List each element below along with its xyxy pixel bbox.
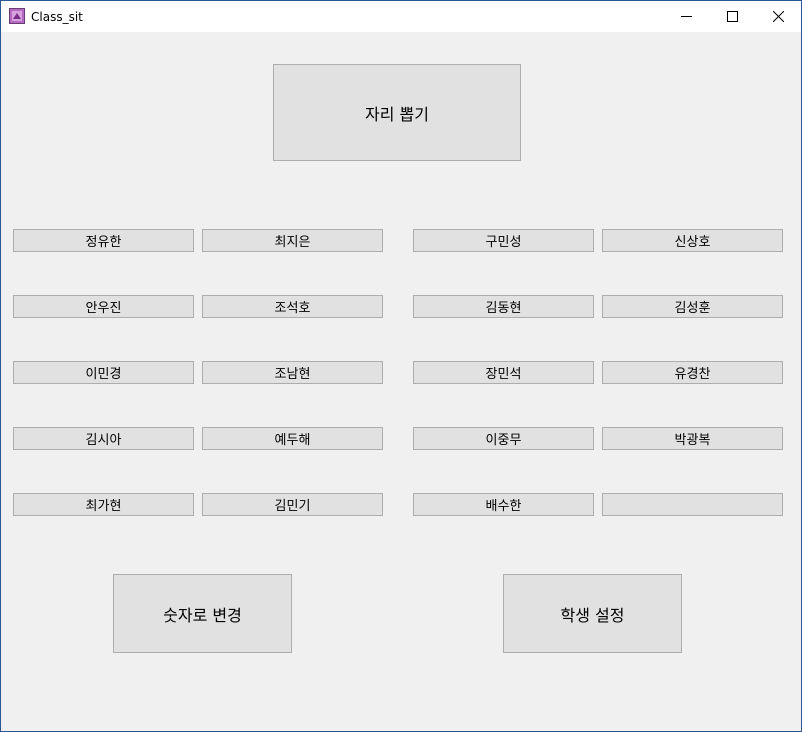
seat-right-r2-c2[interactable]: 김성훈 [602, 295, 783, 318]
seat-right-r1-c1[interactable]: 구민성 [413, 229, 594, 252]
client-area: 자리 뽑기 정유한 안우진 이민경 김시아 최가현 최지은 조석호 조남현 예두… [1, 32, 801, 731]
seat-left-r3-c1[interactable]: 이민경 [13, 361, 194, 384]
seat-right-r1-c2[interactable]: 신상호 [602, 229, 783, 252]
window-title: Class_sit [31, 10, 83, 24]
seat-right-r4-c1[interactable]: 이중무 [413, 427, 594, 450]
seat-right-r2-c1[interactable]: 김동현 [413, 295, 594, 318]
student-settings-button[interactable]: 학생 설정 [503, 574, 682, 653]
minimize-button[interactable] [663, 1, 709, 32]
seat-left-r2-c2[interactable]: 조석호 [202, 295, 383, 318]
seat-right-r5-c1[interactable]: 배수한 [413, 493, 594, 516]
seat-left-r4-c2[interactable]: 예두해 [202, 427, 383, 450]
seat-right-r3-c2[interactable]: 유경찬 [602, 361, 783, 384]
maximize-icon [726, 11, 738, 22]
seat-left-r5-c2[interactable]: 김민기 [202, 493, 383, 516]
maximize-button[interactable] [709, 1, 755, 32]
close-button[interactable] [755, 1, 801, 32]
seat-left-r5-c1[interactable]: 최가현 [13, 493, 194, 516]
title-bar[interactable]: Class_sit [1, 1, 801, 32]
change-to-number-button[interactable]: 숫자로 변경 [113, 574, 292, 653]
app-icon [9, 8, 25, 24]
app-window: Class_sit 자리 뽑기 정유한 안우진 이민경 김시아 최가현 최지은 … [0, 0, 802, 732]
draw-seats-button[interactable]: 자리 뽑기 [273, 64, 521, 161]
seat-left-r1-c2[interactable]: 최지은 [202, 229, 383, 252]
seat-left-r3-c2[interactable]: 조남현 [202, 361, 383, 384]
close-icon [772, 11, 784, 22]
seat-left-r4-c1[interactable]: 김시아 [13, 427, 194, 450]
seat-right-r5-c2[interactable] [602, 493, 783, 516]
seat-left-r2-c1[interactable]: 안우진 [13, 295, 194, 318]
seat-right-r3-c1[interactable]: 장민석 [413, 361, 594, 384]
seat-left-r1-c1[interactable]: 정유한 [13, 229, 194, 252]
seat-right-r4-c2[interactable]: 박광복 [602, 427, 783, 450]
minimize-icon [680, 16, 692, 17]
